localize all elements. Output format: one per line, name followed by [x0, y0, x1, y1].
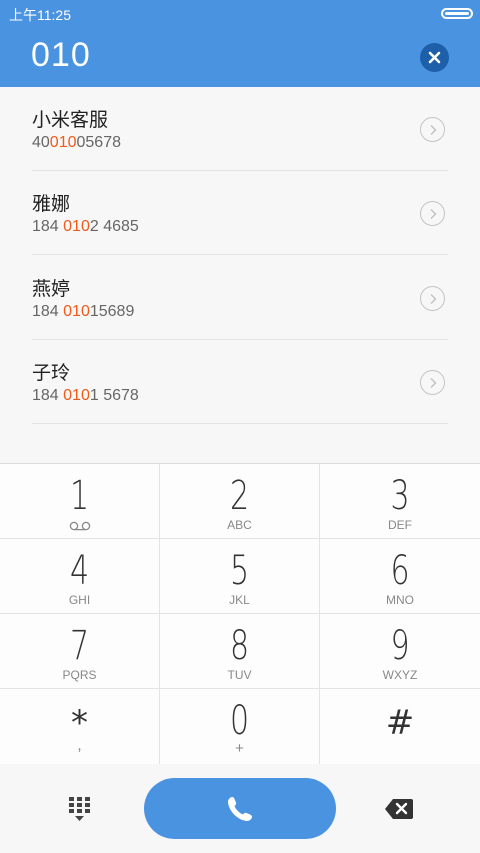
- contact-detail-button[interactable]: [420, 201, 445, 226]
- key-5[interactable]: 5 JKL: [160, 539, 320, 614]
- key-letters: ,: [77, 737, 82, 754]
- key-digit: 3: [390, 473, 410, 519]
- key-7[interactable]: 7 PQRS: [0, 614, 160, 689]
- backspace-button[interactable]: [384, 798, 414, 820]
- contact-name: 小米客服: [32, 109, 109, 131]
- key-letters: WXYZ: [382, 668, 418, 682]
- key-digit: 4: [69, 548, 90, 594]
- key-letters: PQRS: [62, 668, 97, 682]
- match-highlight: 010: [49, 134, 77, 151]
- key-letters: TUV: [227, 668, 252, 682]
- key-digit: 5: [229, 548, 250, 594]
- clear-number-button[interactable]: [420, 43, 449, 72]
- match-highlight: 010: [63, 218, 90, 235]
- dial-keypad: 1 2 ABC 3 DEF 4 GHI 5 JKL 6 MNO 7 PQRS 8…: [0, 463, 480, 764]
- key-letters: +: [235, 740, 244, 757]
- status-time: 上午11:25: [9, 7, 71, 23]
- key-2[interactable]: 2 ABC: [160, 464, 320, 539]
- match-highlight: 010: [63, 303, 90, 320]
- contact-name: 子玲: [32, 362, 71, 384]
- key-digit: #: [385, 703, 415, 743]
- contact-phone: 4001005678: [32, 134, 121, 151]
- battery-icon: [441, 8, 473, 19]
- key-letters: DEF: [388, 518, 412, 532]
- key-0[interactable]: 0 +: [160, 689, 320, 764]
- clear-icon: [428, 51, 441, 64]
- contact-phone: 184 01015689: [32, 303, 135, 320]
- contact-phone: 184 0102 4685: [32, 218, 139, 235]
- key-4[interactable]: 4 GHI: [0, 539, 160, 614]
- contact-detail-button[interactable]: [420, 286, 445, 311]
- contact-phone: 184 0101 5678: [32, 387, 139, 404]
- toggle-keypad-button[interactable]: [67, 796, 93, 822]
- key-digit: 0: [229, 698, 250, 744]
- key-hash[interactable]: #: [320, 689, 480, 764]
- contact-detail-button[interactable]: [420, 117, 445, 142]
- contact-item[interactable]: 燕婷 184 01015689: [0, 256, 480, 340]
- chevron-right-icon: [429, 293, 437, 304]
- key-letters: GHI: [68, 593, 91, 607]
- contact-item[interactable]: 子玲 184 0101 5678: [0, 340, 480, 424]
- backspace-icon: [385, 799, 413, 819]
- key-letters: JKL: [229, 593, 250, 607]
- key-digit: 1: [69, 473, 90, 519]
- phone-icon: [228, 796, 252, 821]
- key-digit: 6: [390, 548, 410, 594]
- key-6[interactable]: 6 MNO: [320, 539, 480, 614]
- key-1[interactable]: 1: [0, 464, 160, 539]
- chevron-right-icon: [429, 208, 437, 219]
- key-letters: ABC: [227, 518, 252, 532]
- dialer-bottom-bar: [0, 764, 480, 853]
- divider: [32, 423, 448, 424]
- dialer-header: 上午11:25 010: [0, 0, 480, 87]
- contact-item[interactable]: 小米客服 4001005678: [0, 87, 480, 171]
- key-digit: 2: [229, 473, 250, 519]
- key-star[interactable]: * ,: [0, 689, 160, 764]
- key-9[interactable]: 9 WXYZ: [320, 614, 480, 689]
- dialed-number: 010: [31, 36, 91, 74]
- key-3[interactable]: 3 DEF: [320, 464, 480, 539]
- contact-detail-button[interactable]: [420, 370, 445, 395]
- contact-name: 雅娜: [32, 193, 71, 215]
- key-digit: 8: [229, 623, 250, 669]
- dialpad-icon: [69, 797, 90, 821]
- divider: [32, 254, 448, 255]
- chevron-right-icon: [429, 377, 437, 388]
- chevron-right-icon: [429, 124, 437, 135]
- contact-item[interactable]: 雅娜 184 0102 4685: [0, 171, 480, 255]
- contact-name: 燕婷: [32, 278, 71, 300]
- voicemail-icon: [69, 521, 91, 531]
- contact-suggestions: 小米客服 4001005678 雅娜 184 0102 4685 燕婷 184 …: [0, 87, 480, 463]
- key-8[interactable]: 8 TUV: [160, 614, 320, 689]
- key-digit: 9: [390, 623, 410, 669]
- key-letters: MNO: [386, 593, 414, 607]
- call-button[interactable]: [144, 778, 336, 839]
- match-highlight: 010: [63, 387, 90, 404]
- key-digit: 7: [69, 623, 90, 669]
